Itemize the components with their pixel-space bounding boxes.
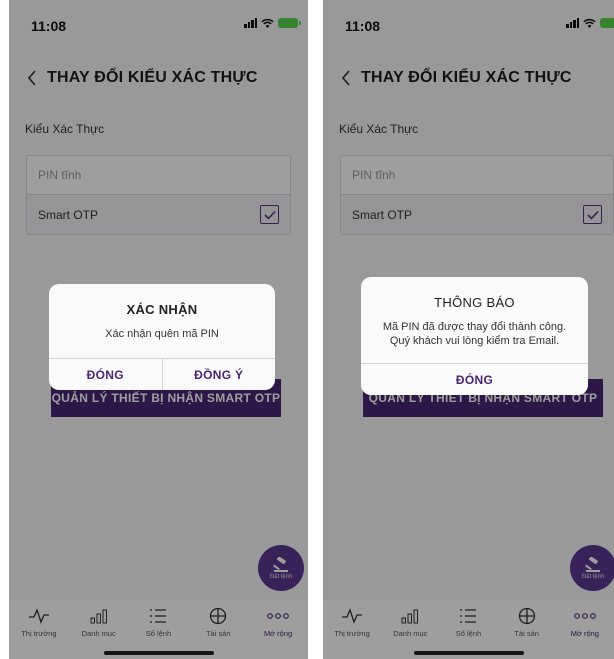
notification-dialog: THÔNG BÁO Mã PIN đã được thay đổi thành … [361,277,588,395]
dialog-message: Xác nhận quên mã PIN [105,328,219,340]
close-button[interactable]: ĐÓNG [361,364,588,395]
agree-button[interactable]: ĐỒNG Ý [161,359,276,390]
dialog-title: XÁC NHẬN [126,302,198,317]
dialog-message-line: Quý khách vui lòng kiểm tra Email. [389,335,560,347]
phone-screen-left: 11:08 THAY ĐỔI KIỂU XÁC THỰC Kiểu Xác Th… [9,0,308,659]
close-button[interactable]: ĐÓNG [49,359,162,390]
dialog-message-line: Mã PIN đã được thay đổi thành công. [382,321,567,333]
dialog-actions: ĐÓNG [361,363,588,395]
dialog-actions: ĐÓNG ĐỒNG Ý [49,358,275,390]
dialog-title: THÔNG BÁO [434,295,515,310]
dialog-message: Mã PIN đã được thay đổi thành công. Quý … [361,320,588,348]
phone-screen-right: 11:08 THAY ĐỔI KIỂU XÁC THỰC Kiểu Xác Th… [323,0,614,659]
confirm-dialog: XÁC NHẬN Xác nhận quên mã PIN ĐÓNG ĐỒNG … [49,284,275,390]
